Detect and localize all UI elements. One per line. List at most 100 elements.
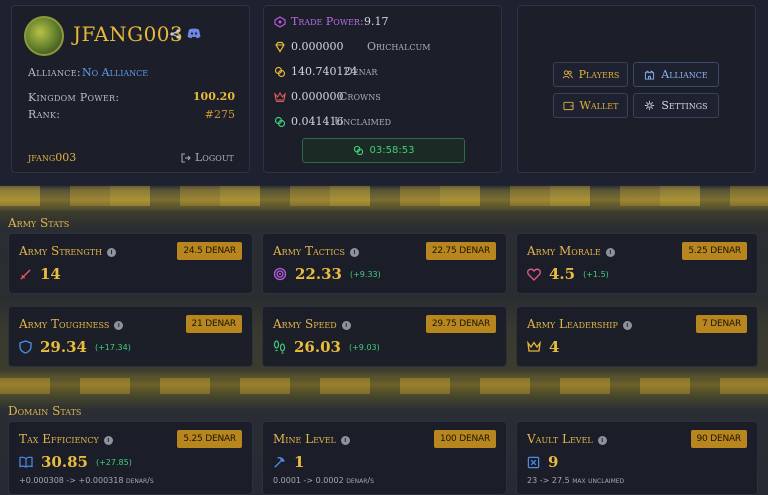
info-icon[interactable]: i [341, 321, 351, 330]
wallet-label: Wallet [579, 99, 619, 112]
avatar[interactable] [24, 16, 64, 56]
profile-panel: JFANG003 Alliance: No Alliance Kingdom P… [11, 5, 250, 173]
upgrade-cost-button[interactable]: 100 DENAR [434, 430, 496, 448]
stat-value: 9 [548, 453, 559, 471]
domain-stats-heading: Domain Stats [8, 404, 82, 418]
stat-subtext: +0.000308 -> +0.000318 denar/s [19, 476, 154, 485]
trade-power-icon [273, 15, 287, 29]
claim-timer: 03:58:53 [369, 145, 415, 156]
stat-card-army-morale: Army Morale i 5.25 DENAR 4.5 (+1.5) [516, 233, 758, 294]
stat-title: Army Leadership [527, 317, 618, 331]
alliance-link[interactable]: No Alliance [82, 66, 148, 79]
logout-icon[interactable] [180, 152, 191, 163]
kingdom-power-value: 100.20 [192, 90, 235, 103]
stat-card-army-tactics: Army Tactics i 22.75 DENAR 22.33 (+9.33) [262, 233, 507, 294]
stat-bonus: (+1.5) [583, 269, 609, 279]
alliance-nav-label: Alliance [661, 68, 708, 81]
info-icon[interactable]: i [605, 248, 615, 257]
upgrade-cost-button[interactable]: 29.75 DENAR [425, 315, 496, 333]
info-icon[interactable]: i [622, 321, 632, 330]
background-band [0, 378, 768, 394]
trade-power-value: 9.17 [364, 15, 389, 28]
trade-power-label: Trade Power: [291, 15, 364, 28]
coins-icon [353, 145, 364, 156]
target-icon [273, 267, 287, 281]
pickaxe-icon [273, 456, 286, 469]
stat-title: Army Morale [527, 244, 601, 258]
players-button[interactable]: Players [553, 62, 628, 87]
username: JFANG003 [73, 22, 184, 46]
stat-value: 4 [549, 338, 560, 356]
footprints-icon [273, 340, 286, 354]
stat-card-tax-efficiency: Tax Efficiency i 5.25 DENAR 30.85 (+27.85)… [8, 421, 253, 495]
stat-title: Army Toughness [19, 317, 110, 331]
stat-card-vault-level: Vault Level i 90 DENAR 9 23 -> 27.5 max u… [516, 421, 758, 495]
upgrade-cost-button[interactable]: 5.25 DENAR [177, 430, 242, 448]
upgrade-cost-button[interactable]: 90 DENAR [690, 430, 747, 448]
stat-title: Tax Efficiency [19, 432, 99, 446]
upgrade-cost-button[interactable]: 24.5 DENAR [177, 242, 242, 260]
info-icon[interactable]: i [103, 436, 113, 445]
share-icon[interactable] [169, 28, 181, 40]
upgrade-cost-button[interactable]: 22.75 DENAR [425, 242, 496, 260]
orichalcum-label: Orichalcum [367, 40, 431, 53]
info-icon[interactable]: i [349, 248, 359, 257]
settings-button[interactable]: Settings [633, 93, 719, 118]
stat-title: Vault Level [527, 432, 593, 446]
castle-icon [644, 69, 655, 80]
stat-card-mine-level: Mine Level i 100 DENAR 1 0.0001 -> 0.0002… [262, 421, 507, 495]
logout-button[interactable]: Logout [195, 151, 234, 164]
rank-value: #275 [204, 108, 235, 121]
stat-value: 4.5 [549, 265, 576, 283]
info-icon[interactable]: i [340, 436, 350, 445]
stat-card-army-strength: Army Strength i 24.5 DENAR 14 [8, 233, 253, 294]
info-icon[interactable]: i [597, 436, 607, 445]
wallet-button[interactable]: Wallet [553, 93, 628, 118]
claim-timer-button[interactable]: 03:58:53 [302, 138, 465, 163]
unclaimed-label: Unclaimed [334, 115, 392, 128]
stat-card-army-speed: Army Speed i 29.75 DENAR 26.03 (+9.03) [262, 306, 507, 367]
unclaimed-icon [273, 115, 287, 129]
book-icon [19, 456, 33, 468]
alliance-label: Alliance: [28, 66, 81, 79]
denar-icon [273, 65, 287, 79]
upgrade-cost-button[interactable]: 7 DENAR [696, 315, 747, 333]
stat-bonus: (+27.85) [95, 457, 132, 467]
discord-icon[interactable] [187, 27, 201, 40]
alliance-button[interactable]: Alliance [633, 62, 719, 87]
info-icon[interactable]: i [107, 248, 117, 257]
wallet-icon [563, 100, 574, 111]
stat-bonus: (+9.33) [349, 269, 381, 279]
stat-title: Army Tactics [273, 244, 345, 258]
players-label: Players [578, 68, 620, 81]
sword-icon [19, 268, 32, 281]
stat-value: 22.33 [295, 265, 342, 283]
shield-icon [19, 340, 32, 354]
settings-label: Settings [661, 99, 708, 112]
stat-title: Army Strength [19, 244, 103, 258]
stat-subtext: 0.0001 -> 0.0002 denar/s [273, 476, 374, 485]
denar-label: Denar [344, 65, 378, 78]
stat-value: 30.85 [41, 453, 88, 471]
nav-panel [517, 5, 756, 173]
upgrade-cost-button[interactable]: 5.25 DENAR [682, 242, 747, 260]
army-stats-heading: Army Stats [8, 216, 70, 230]
crowns-value: 0.000000 [291, 90, 344, 103]
stat-value: 14 [40, 265, 61, 283]
stat-value: 29.34 [40, 338, 87, 356]
upgrade-cost-button[interactable]: 21 DENAR [185, 315, 242, 333]
kingdom-power-label: Kingdom Power: [28, 91, 120, 104]
stat-bonus: (+17.34) [94, 342, 131, 352]
crown-icon [527, 341, 541, 353]
footer-username: jfang003 [28, 151, 77, 164]
vault-icon [527, 456, 540, 469]
stat-title: Mine Level [273, 432, 336, 446]
stat-title: Army Speed [273, 317, 337, 331]
rank-label: Rank: [28, 108, 61, 121]
stat-value: 1 [294, 453, 305, 471]
heart-icon [527, 268, 541, 281]
info-icon[interactable]: i [114, 321, 124, 330]
stat-value: 26.03 [294, 338, 341, 356]
orichalcum-icon [273, 40, 287, 54]
stat-card-army-toughness: Army Toughness i 21 DENAR 29.34 (+17.34) [8, 306, 253, 367]
